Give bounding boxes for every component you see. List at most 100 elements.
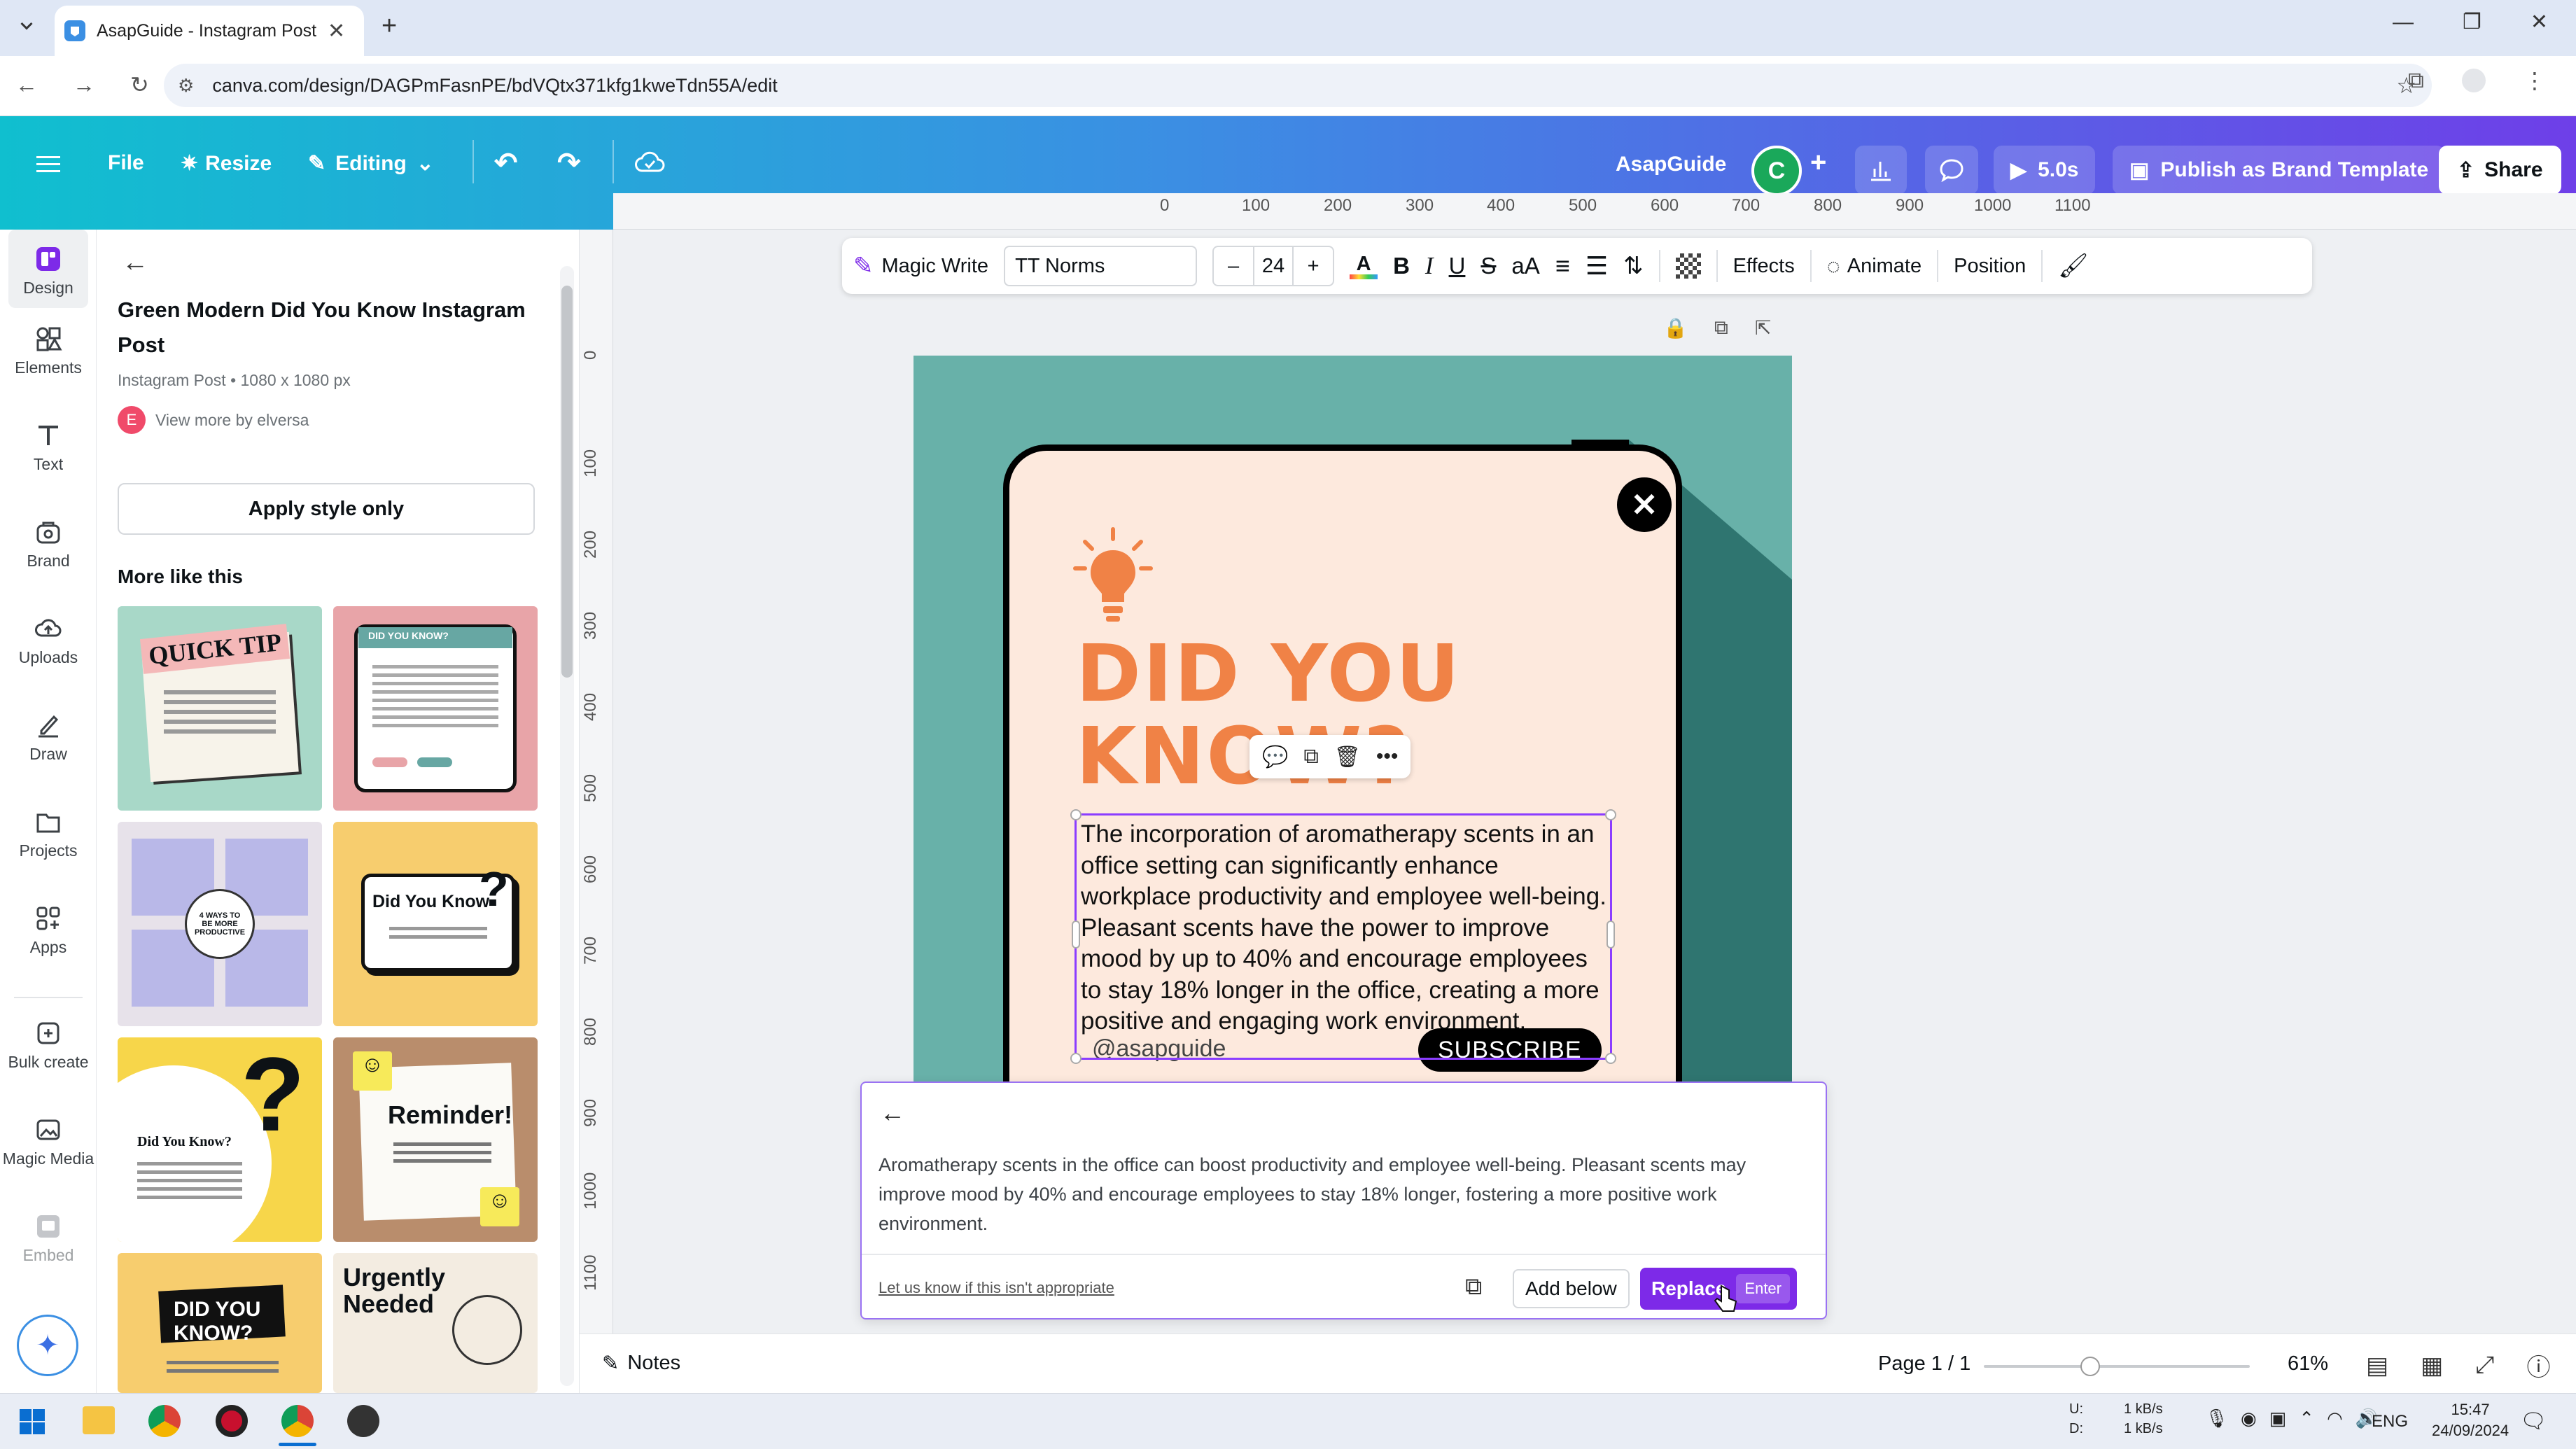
browser-tab[interactable]: AsapGuide - Instagram Post ✕ bbox=[55, 6, 364, 56]
back-icon[interactable]: ← bbox=[15, 72, 38, 98]
notes-button[interactable]: ✎ Notes bbox=[602, 1351, 680, 1376]
font-size-decrease-button[interactable]: – bbox=[1214, 255, 1253, 278]
trash-icon[interactable]: 🗑 bbox=[1334, 745, 1361, 769]
comment-add-icon[interactable]: 💬 bbox=[1262, 745, 1288, 769]
effects-button[interactable]: Effects bbox=[1733, 255, 1795, 278]
template-thumbnail[interactable]: Did You Know ? bbox=[333, 822, 538, 1026]
page-indicator[interactable]: Page 1 / 1 bbox=[1878, 1352, 1970, 1376]
template-thumbnail[interactable]: DID YOU KNOW? bbox=[118, 1253, 322, 1393]
resize-button[interactable]: ✷ Resize bbox=[181, 151, 272, 176]
rail-item-apps[interactable]: Apps bbox=[0, 899, 97, 957]
recorder-icon[interactable] bbox=[216, 1405, 248, 1437]
wifi-icon[interactable]: ◠ bbox=[2327, 1408, 2343, 1429]
address-bar[interactable]: ⚙ canva.com/design/DAGPmFasnPE/bdVQtx371… bbox=[164, 64, 2432, 107]
rail-item-projects[interactable]: Projects bbox=[0, 802, 97, 860]
site-info-icon[interactable]: ⚙ bbox=[178, 75, 194, 97]
chevron-up-icon[interactable]: ⌃ bbox=[2299, 1408, 2314, 1429]
rail-item-design[interactable]: Design bbox=[0, 230, 97, 298]
file-menu[interactable]: File bbox=[108, 151, 144, 175]
editing-mode-dropdown[interactable]: ✎ Editing ⌄ bbox=[308, 151, 434, 176]
help-icon[interactable]: ⓘ bbox=[2526, 1348, 2550, 1382]
underline-icon[interactable]: U bbox=[1449, 253, 1466, 279]
rail-item-uploads[interactable]: Uploads bbox=[0, 609, 97, 667]
panel-scrollbar-thumb[interactable] bbox=[561, 286, 573, 678]
animate-button[interactable]: ◌ Animate bbox=[1827, 253, 1921, 279]
magic-write-button[interactable]: ✎ Magic Write bbox=[853, 252, 988, 280]
copy-icon[interactable]: ⧉ bbox=[1465, 1273, 1482, 1301]
grid-view-icon[interactable]: ▦ bbox=[2421, 1352, 2443, 1380]
tab-list-chevron-icon[interactable] bbox=[14, 13, 39, 38]
restore-icon[interactable]: ❐ bbox=[2463, 10, 2482, 34]
add-collaborator-icon[interactable]: + bbox=[1810, 147, 1826, 178]
windows-start-icon[interactable] bbox=[18, 1408, 46, 1436]
chrome-icon[interactable] bbox=[148, 1405, 181, 1437]
template-thumbnail[interactable]: ☺ Reminder! ☺ bbox=[333, 1037, 538, 1242]
hamburger-menu-icon[interactable] bbox=[36, 154, 60, 175]
record-icon[interactable]: ◉ bbox=[2241, 1408, 2257, 1429]
rail-item-text[interactable]: Text bbox=[0, 416, 97, 474]
resize-handle[interactable] bbox=[1072, 920, 1080, 948]
feedback-link[interactable]: Let us know if this isn't appropriate bbox=[878, 1279, 1114, 1297]
tray-app-icon[interactable]: ▣ bbox=[2269, 1408, 2287, 1429]
zoom-slider-thumb[interactable] bbox=[2080, 1357, 2100, 1376]
rail-item-draw[interactable]: Draw bbox=[0, 706, 97, 764]
rail-item-magic-media[interactable]: Magic Media bbox=[0, 1110, 97, 1168]
apply-style-button[interactable]: Apply style only bbox=[118, 483, 535, 535]
extensions-icon[interactable]: ⧉ bbox=[2408, 67, 2424, 94]
spacing-icon[interactable]: ⇅ bbox=[1623, 252, 1644, 280]
language-indicator[interactable]: ENG bbox=[2372, 1412, 2408, 1432]
strikethrough-icon[interactable]: S bbox=[1480, 253, 1496, 279]
list-bullets-icon[interactable]: ☰ bbox=[1586, 251, 1608, 281]
resize-handle[interactable] bbox=[1070, 809, 1082, 820]
chrome-active-icon[interactable] bbox=[281, 1405, 314, 1437]
rail-item-bulk-create[interactable]: Bulk create bbox=[0, 1014, 97, 1072]
back-arrow-icon[interactable]: ← bbox=[122, 248, 148, 278]
browser-menu-icon[interactable]: ⋮ bbox=[2524, 67, 2546, 94]
profile-avatar[interactable] bbox=[2461, 69, 2486, 92]
user-avatar[interactable]: C bbox=[1751, 146, 1802, 196]
new-tab-icon[interactable]: + bbox=[382, 11, 397, 41]
resize-handle[interactable] bbox=[1070, 1053, 1082, 1064]
file-explorer-icon[interactable] bbox=[83, 1406, 115, 1434]
zoom-percent[interactable]: 61% bbox=[2288, 1352, 2328, 1376]
copy-style-icon[interactable]: 🖌 bbox=[2058, 252, 2088, 280]
duplicate-icon[interactable]: ⧉ bbox=[1303, 745, 1318, 769]
zoom-slider[interactable] bbox=[1984, 1365, 2250, 1368]
resize-handle[interactable] bbox=[1605, 1053, 1616, 1064]
text-selection-box[interactable] bbox=[1070, 809, 1616, 1064]
forward-icon[interactable]: → bbox=[73, 72, 95, 98]
template-thumbnail[interactable]: 4 WAYS TO BE MORE PRODUCTIVE bbox=[118, 822, 322, 1026]
page-view-icon[interactable]: ▤ bbox=[2366, 1352, 2388, 1380]
rail-item-elements[interactable]: Elements bbox=[0, 319, 97, 377]
mic-icon[interactable]: 🎙 bbox=[2205, 1408, 2228, 1429]
letter-case-icon[interactable]: aA bbox=[1511, 253, 1539, 279]
back-arrow-icon[interactable]: ← bbox=[880, 1098, 905, 1128]
align-left-icon[interactable]: ≡ bbox=[1555, 251, 1570, 281]
tab-close-icon[interactable]: ✕ bbox=[328, 19, 345, 43]
font-size-increase-button[interactable]: + bbox=[1294, 255, 1333, 278]
comment-icon[interactable] bbox=[1925, 146, 1978, 195]
redo-icon[interactable]: ↷ bbox=[557, 147, 581, 179]
minimize-icon[interactable]: — bbox=[2393, 10, 2414, 34]
fullscreen-icon[interactable]: ⤢ bbox=[2475, 1352, 2494, 1379]
close-window-icon[interactable]: ✕ bbox=[2530, 10, 2548, 34]
font-family-select[interactable]: TT Norms bbox=[1004, 246, 1198, 286]
text-color-button[interactable]: A bbox=[1350, 253, 1378, 279]
add-below-button[interactable]: Add below bbox=[1513, 1269, 1630, 1308]
duplicate-page-icon[interactable]: ⧉ bbox=[1714, 316, 1728, 340]
present-button[interactable]: ▶ 5.0s bbox=[1994, 146, 2096, 195]
notification-icon[interactable]: 🗨 bbox=[2520, 1409, 2547, 1434]
magic-assistant-icon[interactable]: ✦ bbox=[17, 1315, 78, 1376]
add-page-icon[interactable]: ⇱ bbox=[1755, 316, 1771, 340]
font-size-input[interactable]: 24 bbox=[1253, 247, 1294, 285]
author-link[interactable]: E View more by elversa bbox=[118, 406, 309, 434]
rail-item-brand[interactable]: Brand bbox=[0, 512, 97, 570]
app-icon[interactable] bbox=[347, 1405, 379, 1437]
position-button[interactable]: Position bbox=[1954, 255, 2026, 278]
publish-brand-template-button[interactable]: ▣ Publish as Brand Template bbox=[2113, 146, 2446, 195]
template-thumbnail[interactable]: DID YOU KNOW? bbox=[333, 606, 538, 811]
insights-icon[interactable] bbox=[1855, 146, 1907, 195]
italic-icon[interactable]: I bbox=[1425, 252, 1434, 280]
lock-icon[interactable]: 🔒 bbox=[1663, 316, 1688, 340]
reload-icon[interactable]: ↻ bbox=[130, 71, 149, 98]
